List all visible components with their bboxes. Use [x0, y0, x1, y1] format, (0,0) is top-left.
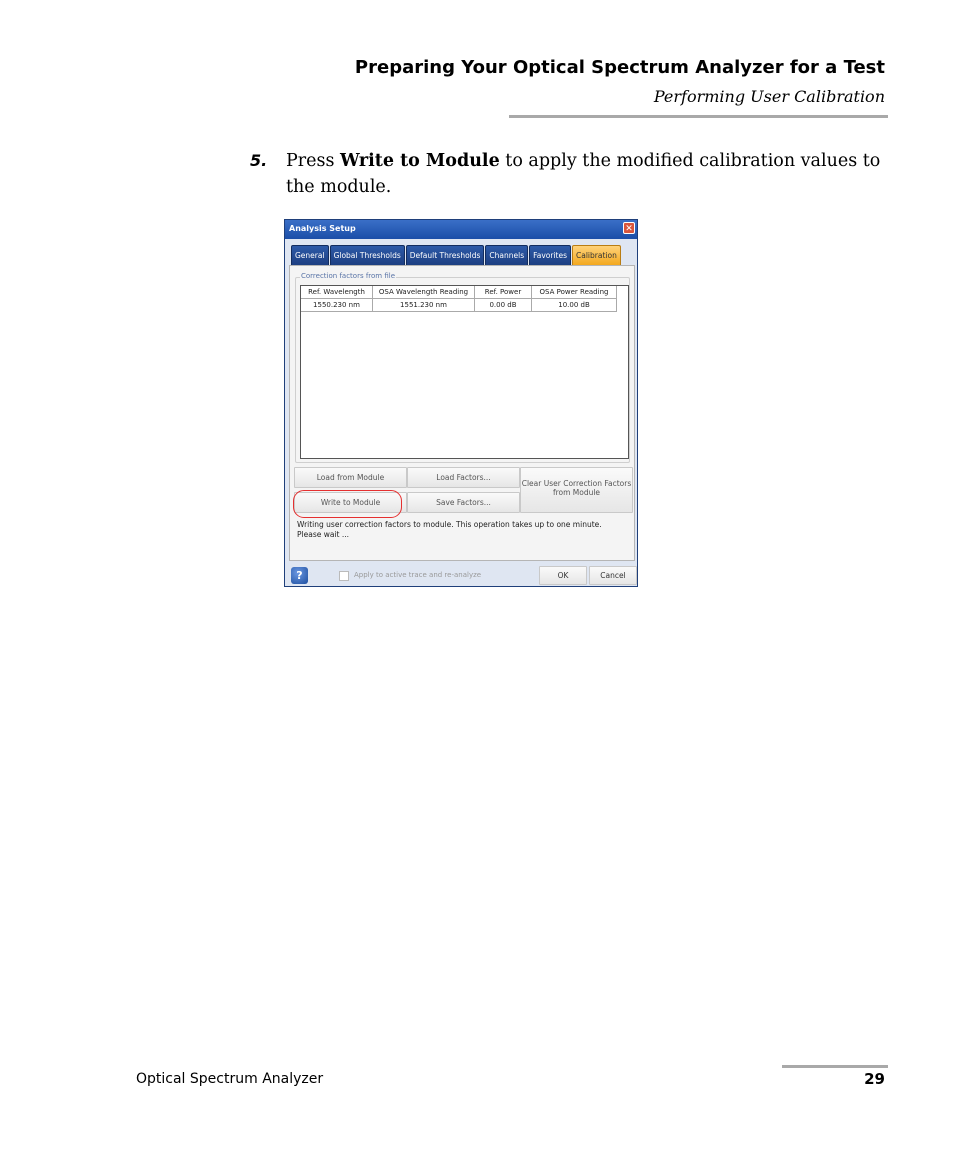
column-header[interactable]: OSA Wavelength Reading	[373, 286, 475, 299]
running-header-title: Preparing Your Optical Spectrum Analyzer…	[354, 57, 885, 78]
tab-favorites[interactable]: Favorites	[529, 245, 572, 265]
write-button-highlight-circle	[293, 490, 402, 518]
apply-checkbox[interactable]	[339, 571, 349, 581]
tab-global-thresholds[interactable]: Global Thresholds	[329, 245, 405, 265]
tab-default-thresholds[interactable]: Default Thresholds	[405, 245, 485, 265]
step-number: 5.	[250, 151, 268, 170]
dialog-titlebar: Analysis Setup ✕	[285, 220, 637, 239]
table-cell[interactable]: 10.00 dB	[532, 299, 617, 312]
dialog-title: Analysis Setup	[289, 224, 356, 233]
analysis-setup-dialog: Analysis Setup ✕ General Global Threshol…	[284, 219, 638, 587]
column-header[interactable]: OSA Power Reading	[532, 286, 617, 299]
load-from-module-button[interactable]: Load from Module	[294, 467, 407, 488]
table-cell[interactable]: 0.00 dB	[475, 299, 532, 312]
running-header-subtitle: Performing User Calibration	[653, 87, 885, 106]
group-label: Correction factors from file	[300, 272, 396, 280]
load-factors-button[interactable]: Load Factors...	[407, 467, 520, 488]
table-header-row: Ref. Wavelength OSA Wavelength Reading R…	[301, 286, 617, 299]
header-rule	[509, 115, 888, 118]
tab-calibration[interactable]: Calibration	[572, 245, 621, 265]
apply-checkbox-label: Apply to active trace and re-analyze	[354, 571, 482, 579]
tab-bar: General Global Thresholds Default Thresh…	[291, 245, 622, 265]
table-cell[interactable]: 1551.230 nm	[373, 299, 475, 312]
page-number: 29	[864, 1070, 885, 1088]
table-row[interactable]: 1550.230 nm 1551.230 nm 0.00 dB 10.00 dB	[301, 299, 617, 312]
ok-button[interactable]: OK	[539, 566, 587, 585]
help-icon[interactable]: ?	[291, 567, 308, 584]
tab-general[interactable]: General	[291, 245, 329, 265]
footer-rule	[782, 1065, 888, 1068]
table-cell[interactable]: 1550.230 nm	[301, 299, 373, 312]
close-icon[interactable]: ✕	[623, 222, 635, 234]
cancel-button[interactable]: Cancel	[589, 566, 637, 585]
save-factors-button[interactable]: Save Factors...	[407, 492, 520, 513]
column-header[interactable]: Ref. Power	[475, 286, 532, 299]
step-text: Press Write to Module to apply the modif…	[286, 148, 881, 200]
step-emphasis: Write to Module	[340, 151, 500, 171]
step-text-before: Press	[286, 151, 341, 171]
correction-table[interactable]: Ref. Wavelength OSA Wavelength Reading R…	[300, 285, 629, 459]
correction-factors-group: Correction factors from file Ref. Wavele…	[295, 272, 630, 463]
tab-channels[interactable]: Channels	[485, 245, 529, 265]
dialog-footer: ? Apply to active trace and re-analyze O…	[285, 563, 637, 587]
status-message: Writing user correction factors to modul…	[297, 520, 602, 539]
clear-correction-factors-button[interactable]: Clear User Correction Factors from Modul…	[520, 467, 633, 513]
footer-product-name: Optical Spectrum Analyzer	[136, 1071, 324, 1087]
column-header[interactable]: Ref. Wavelength	[301, 286, 373, 299]
